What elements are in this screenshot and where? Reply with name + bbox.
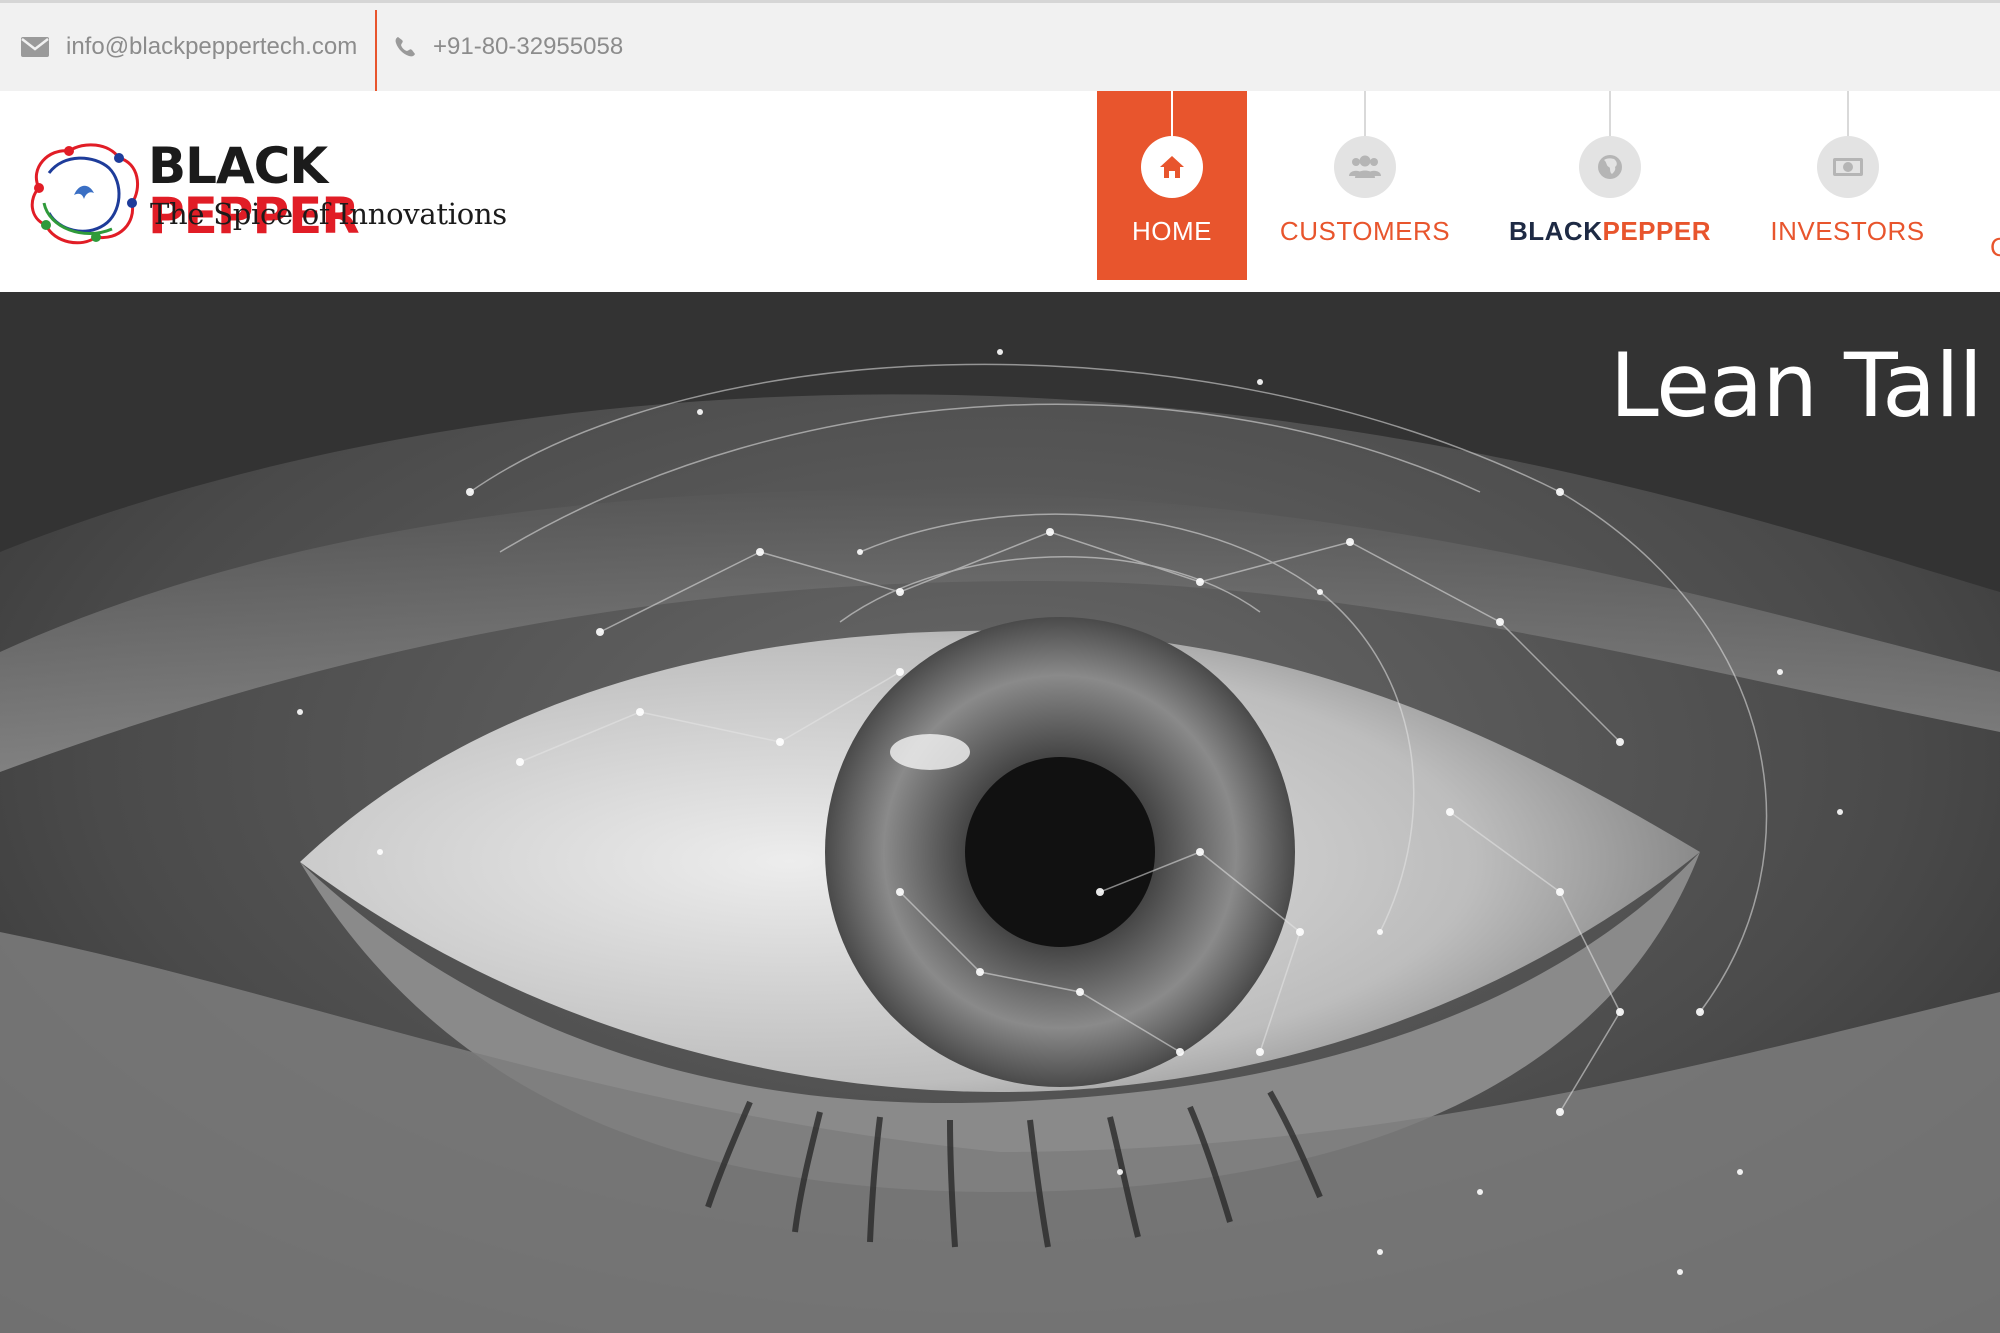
page: info@blackpeppertech.com +91-80-32955058 xyxy=(0,0,2000,1333)
money-icon xyxy=(1816,136,1879,198)
home-icon xyxy=(1141,136,1203,198)
hero-eye-image xyxy=(0,292,2000,1333)
hero-banner: Lean Tall xyxy=(0,292,2000,1333)
contact-phone[interactable]: +91-80-32955058 xyxy=(393,3,623,91)
nav-item-customers[interactable]: CUSTOMERS xyxy=(1270,91,1460,280)
nav-item-blackpepper-label: BLACKPEPPER xyxy=(1509,216,1711,247)
phone-icon xyxy=(393,35,417,59)
nav-stem xyxy=(1846,91,1849,136)
envelope-icon xyxy=(20,36,50,58)
nav-item-investors-label: INVESTORS xyxy=(1770,216,1925,246)
contact-email-text[interactable]: info@blackpeppertech.com xyxy=(66,33,357,61)
nav-item-partial[interactable]: C xyxy=(1990,232,2000,262)
site-header: BLACK PEPPER The Spice of Innovations HO… xyxy=(0,91,2000,292)
nav-stem xyxy=(1171,91,1173,136)
top-contact-bar: info@blackpeppertech.com +91-80-32955058 xyxy=(0,0,2000,94)
hero-title: Lean Tall xyxy=(1609,334,1983,437)
nav-item-customers-label: CUSTOMERS xyxy=(1279,216,1451,246)
nav-item-blackpepper-label-dark: BLACK xyxy=(1509,216,1603,246)
users-icon xyxy=(1334,136,1396,198)
contact-email[interactable]: info@blackpeppertech.com xyxy=(20,3,376,91)
globe-icon xyxy=(1579,136,1641,198)
nav-stem xyxy=(1609,91,1611,136)
main-nav: HOME CUSTOMERS BLACKPEPPER INVESTORS C xyxy=(0,91,2000,292)
contact-phone-text[interactable]: +91-80-32955058 xyxy=(433,33,623,61)
nav-item-blackpepper-label-accent: PEPPER xyxy=(1602,216,1711,246)
nav-item-home-label: HOME xyxy=(1132,216,1212,246)
nav-item-investors[interactable]: INVESTORS xyxy=(1760,91,1935,280)
contact-divider xyxy=(375,10,377,94)
nav-stem xyxy=(1364,91,1366,136)
nav-item-home[interactable]: HOME xyxy=(1097,91,1247,280)
nav-item-blackpepper[interactable]: BLACKPEPPER xyxy=(1505,91,1715,280)
